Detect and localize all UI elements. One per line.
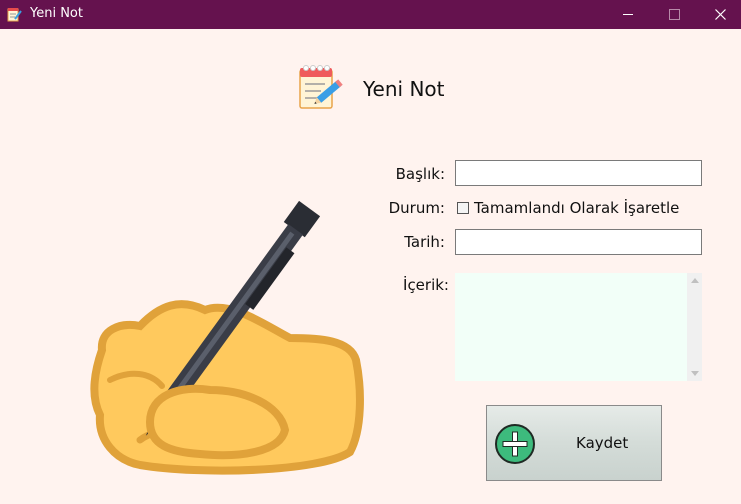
- save-button-label: Kaydet: [576, 434, 629, 452]
- title-input[interactable]: [455, 160, 702, 186]
- maximize-button[interactable]: [651, 0, 697, 29]
- save-button[interactable]: Kaydet: [486, 405, 662, 481]
- content-textarea[interactable]: [455, 273, 702, 381]
- scroll-up-icon[interactable]: [691, 278, 699, 283]
- date-input[interactable]: [455, 229, 702, 255]
- close-button[interactable]: [697, 0, 741, 29]
- content-scrollbar[interactable]: [687, 273, 702, 381]
- notepad-icon: [7, 8, 22, 22]
- window-title: Yeni Not: [30, 6, 83, 21]
- completed-checkbox-label[interactable]: Tamamlandı Olarak İşaretle: [474, 199, 679, 217]
- new-note-window: Yeni Not Yeni Not Başlık: Durum: Tamamla…: [0, 0, 741, 504]
- close-icon: [714, 9, 726, 20]
- maximize-icon: [668, 9, 680, 20]
- plus-circle-icon: [495, 424, 535, 464]
- writing-hand-icon: [90, 200, 364, 475]
- minimize-icon: [623, 14, 633, 15]
- minimize-button[interactable]: [605, 0, 651, 29]
- scroll-down-icon[interactable]: [691, 371, 699, 376]
- page-title: Yeni Not: [363, 77, 445, 101]
- completed-checkbox[interactable]: [457, 202, 469, 214]
- notepad-pen-icon: [299, 65, 343, 109]
- title-bar: Yeni Not: [0, 0, 741, 29]
- title-field-label: Başlık:: [395, 165, 445, 183]
